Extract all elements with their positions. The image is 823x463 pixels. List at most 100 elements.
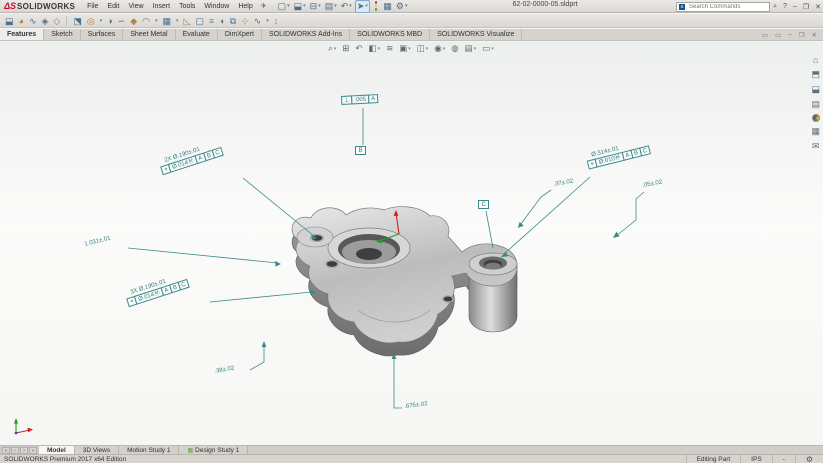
scroll-first-button[interactable]: «	[2, 447, 10, 454]
lower-right-hole[interactable]	[442, 296, 454, 302]
menu-view[interactable]: View	[129, 3, 144, 10]
chevron-down-icon[interactable]: ▾	[408, 46, 411, 52]
save-button[interactable]: ⊟ ▾	[309, 1, 322, 12]
chevron-down-icon[interactable]: ▾	[365, 3, 368, 9]
tab-solidworks-mbd[interactable]: SOLIDWORKS MBD	[350, 29, 430, 40]
mirror-icon[interactable]: ⧉	[230, 16, 236, 26]
zoom-to-area-button[interactable]: ⊞	[342, 43, 349, 54]
section-view-button[interactable]: ◧▾	[369, 43, 381, 54]
print-button[interactable]: ▤ ▾	[324, 1, 338, 12]
search-input[interactable]	[687, 3, 757, 11]
tab-surfaces[interactable]: Surfaces	[81, 29, 124, 40]
scroll-prev-button[interactable]: ‹	[11, 447, 19, 454]
solidworks-forum-icon[interactable]: ✉	[812, 141, 820, 152]
pin-menu-icon[interactable]: ✈	[261, 2, 267, 10]
tab-design-study-1[interactable]: ▦ Design Study 1	[179, 446, 248, 454]
menu-help[interactable]: Help	[238, 3, 252, 10]
chevron-down-icon[interactable]: ▾	[334, 46, 337, 52]
boundary-boss-icon[interactable]: ◇	[53, 16, 60, 26]
appearances-scenes-icon[interactable]	[812, 114, 820, 122]
revolved-cut-icon[interactable]: ◑	[107, 16, 112, 26]
window-icon[interactable]: ▭	[775, 31, 781, 39]
tab-3d-views[interactable]: 3D Views	[75, 446, 119, 454]
window-icon[interactable]: ▭	[762, 31, 768, 39]
edit-appearance-button[interactable]: ◍	[451, 43, 458, 54]
chevron-down-icon[interactable]: ▾	[426, 46, 429, 52]
tab-features[interactable]: Features	[0, 29, 44, 40]
chevron-down-icon[interactable]: ▾	[405, 3, 408, 9]
file-explorer-icon[interactable]: ⬓	[811, 84, 820, 95]
status-gear-icon[interactable]: ⚙	[806, 455, 813, 463]
curves-icon[interactable]: ∿	[254, 16, 262, 26]
chevron-down-icon[interactable]: ▾	[176, 18, 179, 24]
fillet-icon[interactable]: ◠	[142, 16, 150, 26]
draft-icon[interactable]: ◺	[184, 16, 191, 26]
design-library-icon[interactable]: ⬒	[811, 69, 820, 80]
reference-geometry-icon[interactable]: ⊹	[241, 16, 249, 26]
view-palette-icon[interactable]: ▤	[811, 99, 820, 110]
scroll-next-button[interactable]: ›	[20, 447, 28, 454]
zoom-to-fit-button[interactable]: ⌕▾	[328, 43, 336, 54]
hole-wizard-icon[interactable]: ◎	[87, 16, 95, 26]
doc-restore-button[interactable]: ❐	[799, 31, 805, 39]
custom-properties-icon[interactable]: ▦	[811, 126, 820, 137]
chevron-down-icon[interactable]: ▾	[100, 18, 103, 24]
small-hole[interactable]	[325, 260, 339, 267]
previous-view-button[interactable]: ↶	[355, 43, 362, 54]
rib-icon[interactable]: ≡	[209, 16, 214, 26]
swept-cut-icon[interactable]: ∽	[118, 16, 126, 26]
status-dash[interactable]: -	[772, 455, 795, 463]
search-commands-box[interactable]: S	[676, 2, 770, 12]
dynamic-annotation-views-button[interactable]: ≋	[386, 43, 393, 54]
select-tool-button[interactable]: ➤ ▾	[355, 0, 370, 13]
chevron-down-icon[interactable]: ▾	[155, 18, 158, 24]
hide-show-items-button[interactable]: ◉▾	[434, 43, 445, 54]
file-properties-button[interactable]: ▦	[382, 1, 393, 12]
revolved-boss-icon[interactable]: ◕	[19, 16, 24, 26]
menu-insert[interactable]: Insert	[153, 3, 171, 10]
open-document-button[interactable]: ⬓ ▾	[293, 1, 307, 12]
tab-evaluate[interactable]: Evaluate	[176, 29, 218, 40]
swept-boss-icon[interactable]: ∿	[29, 16, 37, 26]
right-boss-top[interactable]	[469, 253, 517, 275]
tab-solidworks-add-ins[interactable]: SOLIDWORKS Add-Ins	[262, 29, 350, 40]
chevron-down-icon[interactable]: ▾	[303, 3, 306, 9]
extruded-cut-icon[interactable]: ⬔	[73, 16, 82, 26]
display-style-button[interactable]: ◫▾	[417, 43, 429, 54]
chevron-down-icon[interactable]: ▾	[349, 3, 352, 9]
lofted-cut-icon[interactable]: ◆	[130, 16, 137, 26]
chevron-down-icon[interactable]: ▾	[378, 46, 381, 52]
menu-tools[interactable]: Tools	[179, 3, 195, 10]
graphics-area[interactable]: ⌕▾ ⊞ ↶ ◧▾ ≋ ▣▾ ◫▾ ◉▾ ◍ ▤▾ ▭▾ ⌂ ⬒ ⬓ ▤ ▦ ✉…	[0, 42, 823, 445]
chevron-down-icon[interactable]: ▾	[287, 3, 290, 9]
minimize-button[interactable]: –	[793, 3, 797, 10]
tab-model[interactable]: Model	[39, 446, 75, 454]
restore-button[interactable]: ❐	[803, 3, 809, 11]
menu-edit[interactable]: Edit	[107, 3, 119, 10]
chevron-down-icon[interactable]: ▾	[491, 46, 494, 52]
tab-solidworks-visualize[interactable]: SOLIDWORKS Visualize	[430, 29, 522, 40]
linear-pattern-icon[interactable]: ▦	[163, 16, 172, 26]
lofted-boss-icon[interactable]: ◈	[42, 16, 49, 26]
doc-minimize-button[interactable]: –	[788, 31, 792, 38]
datum-b-label[interactable]: B	[355, 146, 366, 155]
search-magnifier-icon[interactable]: ⌕	[773, 3, 777, 11]
chevron-down-icon[interactable]: ▾	[474, 46, 477, 52]
model-canvas[interactable]	[0, 42, 823, 445]
menu-window[interactable]: Window	[204, 3, 229, 10]
view-orientation-button[interactable]: ▣▾	[399, 43, 411, 54]
menu-file[interactable]: File	[87, 3, 98, 10]
units-selector[interactable]: IPS	[740, 455, 771, 463]
close-button[interactable]: ✕	[815, 3, 821, 11]
chevron-down-icon[interactable]: ▾	[443, 46, 446, 52]
view-settings-button[interactable]: ▭▾	[482, 43, 494, 54]
new-document-button[interactable]: ▢ ▾	[277, 1, 291, 12]
tab-motion-study-1[interactable]: Motion Study 1	[119, 446, 179, 454]
instant3d-icon[interactable]: ↕	[274, 16, 279, 26]
apply-scene-button[interactable]: ▤▾	[465, 43, 477, 54]
extruded-boss-icon[interactable]: ⬓	[5, 16, 14, 26]
chevron-down-icon[interactable]: ▾	[318, 3, 321, 9]
undo-button[interactable]: ↶ ▾	[340, 1, 353, 12]
tab-sketch[interactable]: Sketch	[44, 29, 80, 40]
chevron-down-icon[interactable]: ▾	[334, 3, 337, 9]
